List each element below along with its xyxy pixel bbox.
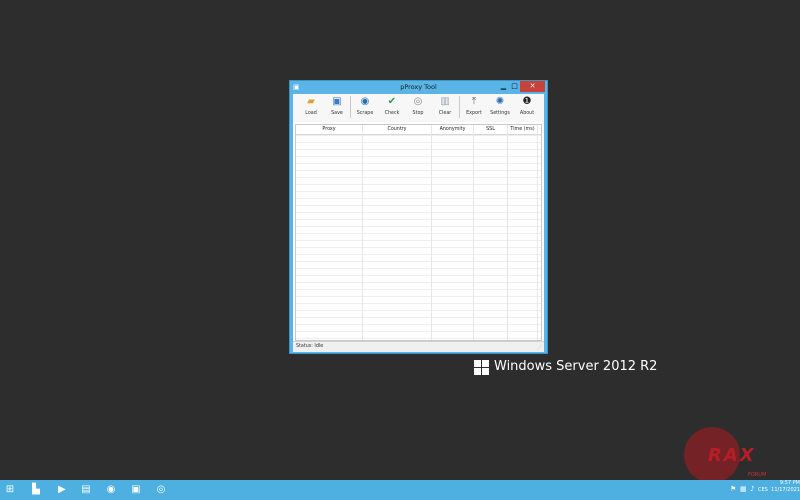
floppy-icon: ▣ [332,96,342,107]
start-button[interactable]: ⊞ [2,482,18,498]
export-label: Export [466,111,482,116]
clear-button[interactable]: ▥ Clear [432,96,458,122]
export-icon: ⤒ [471,96,477,107]
language-indicator[interactable]: CES [758,487,768,493]
window-client: ▰ Load ▣ Save ◉ Scrape ✔ Check ◎ Stop ▥ … [293,94,544,352]
desktop: ▣ pProxy Tool ▁ □ ✕ ▰ Load ▣ Save ◉ Scra… [0,0,800,500]
resize-grip-icon[interactable]: ⋰ [537,345,542,351]
gear-icon: ✺ [495,96,505,107]
taskbar: ⊞ ▙ ▶ ▤ ◉ ▣ ◎ ⚑ ▦ ♪ CES 9:57 PM 11/17/20… [0,480,800,500]
column-header-time[interactable]: Time (ms) [508,125,538,134]
os-branding-text: Windows Server 2012 R2 [494,359,658,374]
column-divider [537,125,538,340]
flag-icon[interactable]: ⚑ [730,485,736,493]
speaker-icon[interactable]: ♪ [750,485,754,493]
toolbar-separator [459,96,460,118]
powershell-icon[interactable]: ▶ [52,482,72,498]
clear-label: Clear [438,111,452,116]
pproxy-window[interactable]: ▣ pProxy Tool ▁ □ ✕ ▰ Load ▣ Save ◉ Scra… [289,80,548,354]
column-header-ssl[interactable]: SSL [474,125,508,134]
table-header: Proxy Country Anonymity SSL Time (ms) [296,125,541,135]
load-label: Load [305,111,317,116]
os-branding: Windows Server 2012 R2 [474,357,657,379]
toolbar-separator [350,96,351,118]
status-bar: Status: Idle ⋰ [293,341,544,352]
network-icon[interactable]: ▦ [740,485,747,493]
check-button[interactable]: ✔ Check [379,96,405,122]
title-bar[interactable]: ▣ pProxy Tool ▁ □ ✕ [290,81,547,94]
save-button[interactable]: ▣ Save [324,96,350,122]
file-explorer-icon[interactable]: ▤ [76,482,96,498]
stop-label: Stop [412,111,424,116]
about-label: About [519,111,535,116]
column-divider [362,125,363,340]
check-label: Check [384,111,400,116]
clock-time: 9:57 PM [779,480,800,486]
check-icon: ✔ [387,96,397,107]
settings-button[interactable]: ✺ Settings [487,96,513,122]
minimize-button[interactable]: ▁ [498,81,509,92]
stop-icon: ◎ [413,96,423,107]
chrome-icon[interactable]: ◉ [101,482,121,498]
close-button[interactable]: ✕ [520,81,545,92]
toolbar: ▰ Load ▣ Save ◉ Scrape ✔ Check ◎ Stop ▥ … [293,94,544,122]
about-button[interactable]: ❶ About [514,96,540,122]
stop-button[interactable]: ◎ Stop [405,96,431,122]
scrape-button[interactable]: ◉ Scrape [352,96,378,122]
windows-logo-icon [474,360,489,375]
column-divider [431,125,432,340]
watermark-text: RAX [708,445,756,466]
column-divider [507,125,508,340]
app-taskbar-icon[interactable]: ▣ [126,482,146,498]
info-icon: ❶ [522,96,532,107]
clock[interactable]: 9:57 PM 11/17/2021 [768,480,800,494]
folder-icon: ▰ [307,96,315,107]
column-header-country[interactable]: Country [363,125,432,134]
maximize-button[interactable]: □ [509,81,520,92]
trash-icon: ▥ [440,96,450,107]
column-divider [473,125,474,340]
proxy-table[interactable]: Proxy Country Anonymity SSL Time (ms) [295,124,542,341]
clock-date: 11/17/2021 [771,487,800,493]
watermark-subtext: FORUM [748,472,767,478]
pproxy-taskbar-icon[interactable]: ◎ [151,482,171,498]
settings-label: Settings [490,111,510,116]
load-button[interactable]: ▰ Load [298,96,324,122]
scrape-icon: ◉ [360,96,370,107]
export-button[interactable]: ⤒ Export [461,96,487,122]
table-body[interactable] [296,135,541,340]
column-header-proxy[interactable]: Proxy [296,125,363,134]
status-text: Status: Idle [296,344,324,349]
scrape-label: Scrape [356,111,374,116]
server-manager-icon[interactable]: ▙ [26,482,46,498]
save-label: Save [331,111,343,116]
column-header-anonymity[interactable]: Anonymity [432,125,474,134]
